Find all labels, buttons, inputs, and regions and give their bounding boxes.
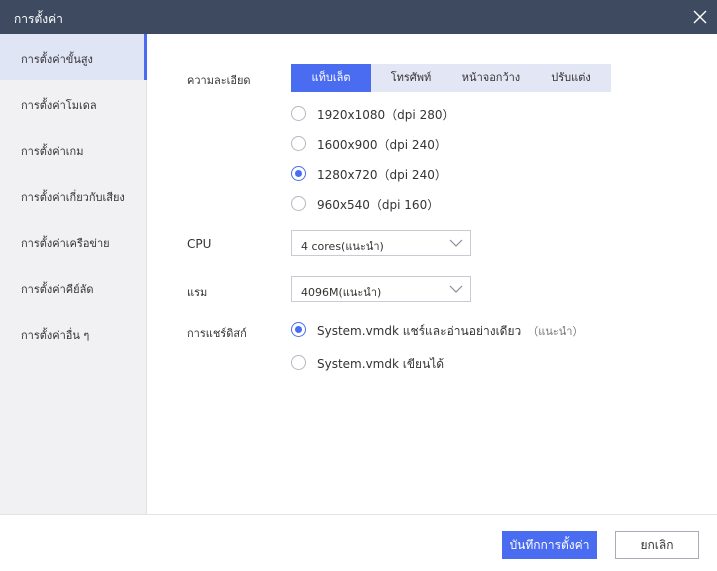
resolution-label: ความละเอียด xyxy=(187,74,251,87)
sidebar-item-model[interactable]: การตั้งค่าโมเดล xyxy=(0,80,147,126)
sidebar-item-label: การตั้งค่าโมเดล xyxy=(21,99,97,112)
radio-button-selected[interactable] xyxy=(291,166,306,181)
tab-custom[interactable]: ปรับแต่ง xyxy=(531,64,611,92)
tab-tablet[interactable]: แท็บเล็ต xyxy=(291,64,371,92)
close-icon[interactable] xyxy=(691,8,709,26)
resolution-option-1600x900[interactable]: 1600x900（dpi 240） xyxy=(291,134,551,154)
cpu-select-value: 4 cores(แนะนำ) xyxy=(301,240,384,253)
sidebar-item-network[interactable]: การตั้งค่าเครือข่าย xyxy=(0,218,147,264)
sidebar-item-label: การตั้งค่าเกม xyxy=(21,145,84,158)
title-bar: การตั้งค่า xyxy=(0,0,717,34)
settings-main-panel: ความละเอียด แท็บเล็ต โทรศัพท์ หน้าจอกว้า… xyxy=(148,34,717,514)
radio-button-selected[interactable] xyxy=(291,322,306,337)
sidebar-item-game[interactable]: การตั้งค่าเกม xyxy=(0,126,147,172)
sidebar-item-sound[interactable]: การตั้งค่าเกี่ยวกับเสียง xyxy=(0,172,147,218)
radio-button[interactable] xyxy=(291,106,306,121)
ram-select[interactable]: 4096M(แนะนำ) xyxy=(291,276,471,302)
chevron-down-icon xyxy=(449,285,463,293)
disk-share-label: การแชร์ดิสก์ xyxy=(187,327,247,340)
radio-label: 1600x900（dpi 240） xyxy=(317,138,447,152)
sidebar-item-label: การตั้งค่าคีย์ลัด xyxy=(21,283,94,296)
radio-label-wrap: System.vmdk แชร์และอ่านอย่างเดียว （แนะนำ） xyxy=(317,322,583,341)
sidebar-item-label: การตั้งค่าเกี่ยวกับเสียง xyxy=(21,191,125,204)
radio-button[interactable] xyxy=(291,196,306,211)
radio-label: 1920x1080（dpi 280） xyxy=(317,108,455,122)
sidebar-item-label: การตั้งค่าเครือข่าย xyxy=(21,237,110,250)
sidebar-item-label: การตั้งค่าอื่น ๆ xyxy=(21,329,90,342)
sidebar-item-shortcuts[interactable]: การตั้งค่าคีย์ลัด xyxy=(0,264,147,310)
radio-button[interactable] xyxy=(291,355,306,370)
save-settings-button[interactable]: บันทึกการตั้งค่า xyxy=(502,531,597,559)
resolution-option-1280x720[interactable]: 1280x720（dpi 240） xyxy=(291,164,551,184)
resolution-option-1920x1080[interactable]: 1920x1080（dpi 280） xyxy=(291,104,551,124)
cpu-select[interactable]: 4 cores(แนะนำ) xyxy=(291,230,471,256)
sidebar-item-other[interactable]: การตั้งค่าอื่น ๆ xyxy=(0,310,147,356)
radio-label: System.vmdk แชร์และอ่านอย่างเดียว xyxy=(317,324,522,338)
disk-option-writable[interactable]: System.vmdk เขียนได้ xyxy=(291,353,651,373)
tab-widescreen[interactable]: หน้าจอกว้าง xyxy=(451,64,531,92)
disk-option-readonly[interactable]: System.vmdk แชร์และอ่านอย่างเดียว （แนะนำ） xyxy=(291,320,651,340)
ram-label: แรม xyxy=(187,286,208,299)
radio-label: System.vmdk เขียนได้ xyxy=(317,357,445,371)
sidebar-item-advanced[interactable]: การตั้งค่าขั้นสูง xyxy=(0,34,147,80)
recommended-note: （แนะนำ） xyxy=(527,325,584,338)
radio-button[interactable] xyxy=(291,136,306,151)
ram-select-value: 4096M(แนะนำ) xyxy=(301,286,382,299)
settings-sidebar: การตั้งค่าขั้นสูง การตั้งค่าโมเดล การตั้… xyxy=(0,34,147,514)
sidebar-item-label: การตั้งค่าขั้นสูง xyxy=(21,53,93,66)
cancel-button[interactable]: ยกเลิก xyxy=(615,531,699,559)
resolution-option-960x540[interactable]: 960x540（dpi 160） xyxy=(291,194,551,214)
dialog-footer: บันทึกการตั้งค่า ยกเลิก xyxy=(0,514,717,571)
radio-label: 960x540（dpi 160） xyxy=(317,198,440,212)
chevron-down-icon xyxy=(449,239,463,247)
tab-phone[interactable]: โทรศัพท์ xyxy=(371,64,451,92)
cpu-label: CPU xyxy=(187,237,212,251)
resolution-tabs: แท็บเล็ต โทรศัพท์ หน้าจอกว้าง ปรับแต่ง xyxy=(291,64,611,92)
window-title: การตั้งค่า xyxy=(14,12,63,26)
radio-label: 1280x720（dpi 240） xyxy=(317,168,447,182)
